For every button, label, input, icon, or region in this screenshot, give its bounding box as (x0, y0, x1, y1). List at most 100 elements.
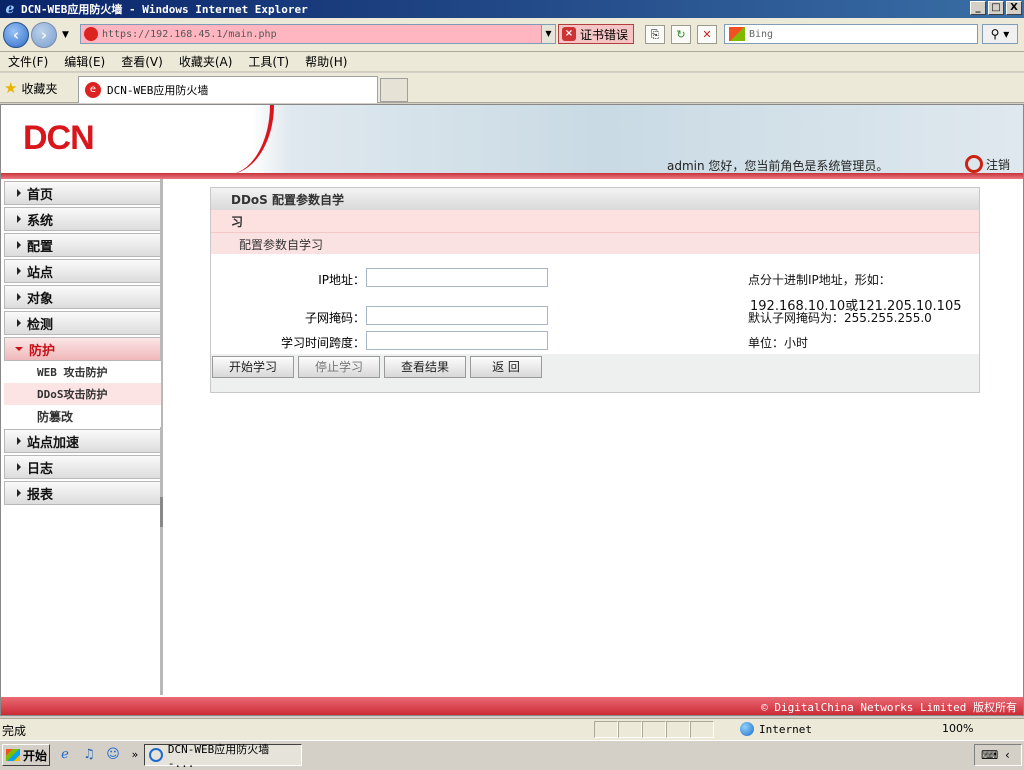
stop-button[interactable]: ✕ (697, 25, 717, 44)
panel-section-title: 配置参数自学习 (211, 232, 979, 254)
learning-form: IP地址： 点分十进制IP地址，形如： 192.168.10.10或121.20… (211, 254, 979, 354)
menu-favorites[interactable]: 收藏夹(A) (171, 53, 241, 70)
sidebar-resize-handle[interactable] (160, 497, 163, 527)
search-placeholder: Bing (749, 28, 774, 40)
sidebar-item-home[interactable]: 首页 (4, 181, 161, 205)
shield-error-icon: × (562, 27, 576, 41)
sidebar-item-acceleration[interactable]: 站点加速 (4, 429, 161, 453)
windows-logo-icon (6, 749, 20, 761)
status-cells (594, 721, 714, 738)
mask-label: 子网掩码： (304, 311, 365, 325)
favorites-bar: ★ 收藏夹 e DCN-WEB应用防火墙 (0, 73, 1024, 103)
caret-right-icon (17, 437, 21, 445)
caret-down-icon (15, 347, 23, 351)
menu-bar: 文件(F) 编辑(E) 查看(V) 收藏夹(A) 工具(T) 帮助(H) (0, 52, 1024, 72)
back-button-page[interactable]: 返 回 (470, 356, 542, 378)
ip-input[interactable] (366, 268, 548, 287)
menu-help[interactable]: 帮助(H) (297, 53, 355, 70)
sidebar-item-label: 对象 (27, 291, 54, 307)
dcn-logo: DCN (23, 119, 95, 157)
logout-label: 注销 (986, 157, 1011, 172)
keyboard-icon[interactable]: ⌨ (981, 748, 998, 762)
sidebar-item-detect[interactable]: 检测 (4, 311, 161, 335)
sidebar: 首页 系统 配置 站点 对象 检测 防护 WEB 攻击防护 DDoS攻击防护 防… (1, 179, 163, 695)
close-button[interactable]: X (1006, 1, 1022, 15)
taskbar-task-title: DCN-WEB应用防火墙 -... (167, 742, 270, 770)
status-cell (690, 721, 714, 738)
status-bar: 完成 Internet 100% (0, 718, 1024, 740)
tab-page-icon: e (85, 82, 101, 98)
new-tab-button[interactable] (380, 78, 408, 102)
security-zone[interactable]: Internet (740, 722, 812, 736)
caret-right-icon (17, 463, 21, 471)
sidebar-item-object[interactable]: 对象 (4, 285, 161, 309)
browser-tab[interactable]: e DCN-WEB应用防火墙 (78, 76, 378, 103)
menu-edit[interactable]: 编辑(E) (56, 53, 113, 70)
menu-file[interactable]: 文件(F) (0, 53, 56, 70)
tray-arrow-icon[interactable]: ‹ (1005, 748, 1010, 762)
compatibility-view-button[interactable]: ⎘ (645, 25, 665, 44)
tab-title: DCN-WEB应用防火墙 (107, 84, 209, 97)
ip-label: IP地址： (318, 273, 365, 287)
system-tray: ⌨ ‹ (974, 744, 1022, 766)
window-title-bar: ℯ DCN-WEB应用防火墙 - Windows Internet Explor… (0, 0, 1024, 18)
ie-task-icon (149, 748, 163, 762)
status-cell (666, 721, 690, 738)
refresh-button[interactable]: ↻ (671, 25, 691, 44)
bing-icon (729, 27, 745, 41)
stop-learning-button[interactable]: 停止学习 (298, 356, 380, 378)
search-input[interactable]: Bing (724, 24, 978, 44)
caret-right-icon (17, 215, 21, 223)
menu-tools[interactable]: 工具(T) (240, 53, 297, 70)
start-button[interactable]: 开始 (2, 744, 50, 766)
forward-button[interactable]: › (31, 22, 57, 48)
sidebar-subitem-ddos-protect[interactable]: DDoS攻击防护 (4, 383, 161, 405)
start-learning-button[interactable]: 开始学习 (212, 356, 294, 378)
ie-quicklaunch-icon[interactable]: ℯ (56, 746, 74, 764)
page-footer: © DigitalChina Networks Limited 版权所有 (1, 697, 1023, 715)
view-results-button[interactable]: 查看结果 (384, 356, 466, 378)
sidebar-item-report[interactable]: 报表 (4, 481, 161, 505)
sidebar-subitem-web-protect[interactable]: WEB 攻击防护 (4, 361, 161, 383)
panel-title: DDoS 配置参数自学 (211, 188, 979, 210)
sidebar-item-label: 站点加速 (27, 435, 80, 451)
certificate-error-button[interactable]: × 证书错误 (558, 24, 634, 44)
logout-link[interactable]: 注销 (965, 155, 1010, 173)
favorites-label: 收藏夹 (21, 81, 58, 96)
sidebar-item-protect[interactable]: 防护 (4, 337, 161, 361)
mask-input[interactable] (366, 306, 548, 325)
player-quicklaunch-icon[interactable]: ♫ (80, 746, 98, 764)
chevron-more-icon[interactable]: » (126, 746, 144, 764)
banner-swoosh (226, 105, 274, 175)
sidebar-item-config[interactable]: 配置 (4, 233, 161, 257)
address-dropdown-icon[interactable]: ▼ (541, 25, 555, 43)
sidebar-item-system[interactable]: 系统 (4, 207, 161, 231)
duration-input[interactable] (366, 331, 548, 350)
start-label: 开始 (23, 748, 48, 763)
favorites-button[interactable]: ★ 收藏夹 (4, 79, 57, 97)
sidebar-subitem-label: DDoS攻击防护 (37, 388, 108, 401)
address-url[interactable]: https://192.168.45.1/main.php (102, 29, 277, 40)
menu-view[interactable]: 查看(V) (113, 53, 171, 70)
caret-right-icon (17, 267, 21, 275)
zoom-control[interactable]: 100% (942, 722, 973, 735)
sidebar-item-site[interactable]: 站点 (4, 259, 161, 283)
back-button[interactable]: ‹ (3, 22, 29, 48)
maximize-button[interactable]: □ (988, 1, 1004, 15)
ie-page-icon (84, 27, 98, 41)
window-title: DCN-WEB应用防火墙 - Windows Internet Explorer (21, 3, 308, 16)
minimize-button[interactable]: _ (970, 1, 986, 15)
sidebar-subitem-anti-tamper[interactable]: 防篡改 (4, 405, 161, 427)
sidebar-item-log[interactable]: 日志 (4, 455, 161, 479)
status-text: 完成 (2, 724, 27, 738)
panel-button-row: 开始学习 停止学习 查看结果 返 回 (211, 356, 542, 380)
taskbar-ie-window[interactable]: DCN-WEB应用防火墙 -... (144, 743, 302, 770)
nav-dropdown-icon[interactable]: ▼ (62, 30, 69, 40)
duration-label: 学习时间跨度： (280, 336, 365, 350)
status-cell (594, 721, 618, 738)
ip-row: IP地址： 点分十进制IP地址，形如： (211, 268, 981, 290)
address-bar[interactable]: https://192.168.45.1/main.php ▼ (80, 24, 556, 44)
search-button[interactable]: ⚲ ▾ (982, 24, 1018, 44)
caret-right-icon (17, 241, 21, 249)
messenger-quicklaunch-icon[interactable]: ☺ (104, 746, 122, 764)
